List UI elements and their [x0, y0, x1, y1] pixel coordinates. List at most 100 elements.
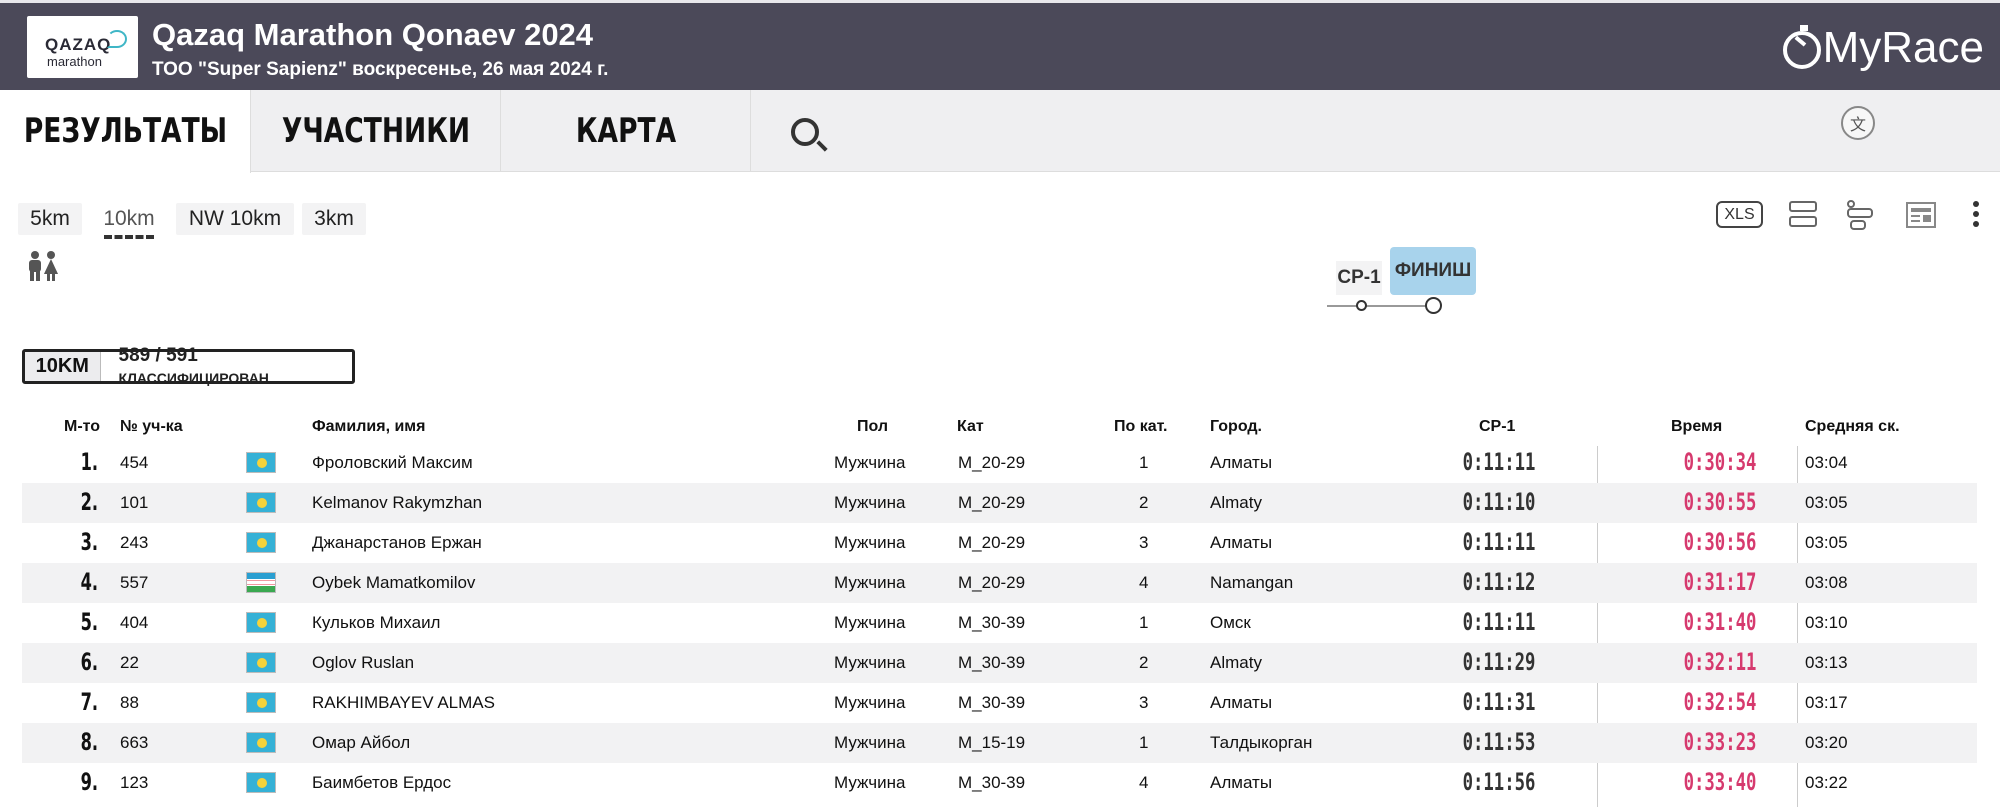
checkpoint-cp1-button[interactable]: CP-1: [1336, 261, 1382, 295]
header-gender[interactable]: Пол: [857, 418, 888, 436]
header-bib[interactable]: № уч-ка: [120, 418, 183, 436]
cell-bib: 88: [120, 693, 139, 712]
cell-name[interactable]: Oglov Ruslan: [312, 653, 414, 673]
table-row[interactable]: 7. 88 RAKHIMBAYEV ALMAS Мужчина M_30-39 3 Алма…: [22, 683, 1977, 723]
cell-finish-time: 0:31:40: [1683, 608, 1757, 636]
app-header: QAZAQ marathon Qazaq Marathon Qonaev 202…: [0, 0, 2000, 90]
more-options-icon[interactable]: [1973, 201, 1979, 227]
myrace-logo[interactable]: MyRace: [1782, 23, 1984, 73]
cell-bib: 454: [120, 453, 149, 472]
classified-label: КЛАССИФИЦИРОВАН: [118, 369, 269, 386]
cell-category: M_30-39: [958, 613, 1026, 632]
cell-name[interactable]: Кульков Михаил: [312, 613, 440, 633]
checkpoint-finish-button[interactable]: ФИНИШ: [1390, 247, 1476, 295]
cell-finish-time: 0:33:23: [1683, 728, 1757, 756]
cell-bib: 404: [120, 613, 149, 632]
distance-3km[interactable]: 3km: [302, 203, 366, 235]
kazakhstan-flag-icon: [246, 732, 276, 753]
checkpoint-finish-dot[interactable]: [1425, 297, 1442, 314]
cell-name[interactable]: Kelmanov Rakymzhan: [312, 493, 482, 513]
table-row[interactable]: 9. 123 Баимбетов Ердос Мужчина M_30-39 4 Алмат…: [22, 763, 1977, 803]
cell-city: Namangan: [1210, 573, 1294, 592]
cell-finish-time: 0:30:56: [1683, 528, 1757, 556]
cell-city: Талдыкорган: [1210, 733, 1313, 752]
distance-nw-10km[interactable]: NW 10km: [176, 203, 294, 235]
header-name[interactable]: Фамилия, имя: [312, 418, 425, 436]
cell-city: Алматы: [1210, 773, 1273, 792]
gender-filter-icon[interactable]: [24, 250, 62, 282]
cell-gender: Мужчина: [834, 533, 906, 552]
cell-name[interactable]: Oybek Mamatkomilov: [312, 573, 475, 593]
search-icon[interactable]: [791, 118, 819, 146]
table-row[interactable]: 6. 22 Oglov Ruslan Мужчина M_30-39 2 Almaty 0:1…: [22, 643, 1977, 683]
cell-pace: 03:17: [1805, 693, 1848, 712]
cell-category: M_20-29: [958, 573, 1026, 592]
xls-export-button[interactable]: XLS: [1716, 201, 1763, 228]
header-place[interactable]: М-то: [64, 418, 100, 436]
cell-place: 7.: [80, 688, 98, 716]
cell-gender: Мужчина: [834, 773, 906, 792]
checkpoint-cp1-dot[interactable]: [1356, 300, 1367, 311]
logo-subtext: marathon: [47, 54, 102, 69]
badge-count: 589 / 591 КЛАССИФИЦИРОВАН: [101, 345, 352, 389]
kazakhstan-flag-icon: [246, 692, 276, 713]
cell-bib: 101: [120, 493, 149, 512]
table-row[interactable]: 5. 404 Кульков Михаил Мужчина M_30-39 1 Омск 0:…: [22, 603, 1977, 643]
header-city[interactable]: Город.: [1210, 418, 1262, 436]
header-time[interactable]: Время: [1671, 418, 1722, 436]
cell-category-place: 1: [1139, 453, 1149, 472]
cell-name[interactable]: Баимбетов Ердос: [312, 773, 451, 793]
cell-pace: 03:13: [1805, 653, 1848, 672]
language-icon[interactable]: 文: [1841, 106, 1875, 140]
tab-participants-label: УЧАСТНИКИ: [281, 111, 471, 151]
cell-name[interactable]: Омар Айбол: [312, 733, 410, 753]
cell-category: M_15-19: [958, 733, 1026, 752]
logo-text: QAZAQ: [45, 35, 112, 54]
cell-category-place: 3: [1139, 693, 1149, 712]
table-row[interactable]: 4. 557 Oybek Mamatkomilov Мужчина M_20-29 4 Na…: [22, 563, 1977, 603]
badge-distance: 10KM: [25, 352, 101, 381]
cell-city: Алматы: [1210, 453, 1273, 472]
compact-view-icon[interactable]: [1787, 199, 1819, 231]
split-view-icon[interactable]: [1845, 199, 1877, 231]
tab-map[interactable]: КАРТА: [501, 90, 751, 172]
cell-bib: 123: [120, 773, 149, 792]
table-row[interactable]: 3. 243 Джанарстанов Ержан Мужчина M_20-29 3 Ал…: [22, 523, 1977, 563]
cell-cp1-time: 0:11:11: [1462, 608, 1536, 636]
event-logo[interactable]: QAZAQ marathon: [27, 16, 138, 78]
table-row[interactable]: 8. 663 Омар Айбол Мужчина M_15-19 1 Талдыкорга…: [22, 723, 1977, 763]
header-category-place[interactable]: По кат.: [1114, 418, 1168, 436]
news-view-icon[interactable]: [1905, 199, 1937, 231]
cell-category-place: 1: [1139, 613, 1149, 632]
kazakhstan-flag-icon: [246, 532, 276, 553]
cell-bib: 663: [120, 733, 149, 752]
cell-category: M_30-39: [958, 693, 1026, 712]
header-cp1[interactable]: CP-1: [1479, 418, 1515, 436]
tab-map-label: КАРТА: [575, 111, 677, 151]
cell-pace: 03:05: [1805, 533, 1848, 552]
kazakhstan-flag-icon: [246, 452, 276, 473]
cell-name[interactable]: Джанарстанов Ержан: [312, 533, 482, 553]
classified-count: 589: [118, 344, 151, 366]
distance-10km[interactable]: 10km: [90, 203, 168, 239]
cell-category: M_20-29: [958, 493, 1026, 512]
cell-category-place: 2: [1139, 653, 1149, 672]
cell-gender: Мужчина: [834, 573, 906, 592]
cell-name[interactable]: Фроловский Максим: [312, 453, 473, 473]
cell-pace: 03:05: [1805, 493, 1848, 512]
uzbekistan-flag-icon: [246, 572, 276, 593]
header-pace[interactable]: Средняя ск.: [1805, 418, 1900, 436]
cell-pace: 03:20: [1805, 733, 1848, 752]
header-category[interactable]: Кат: [957, 418, 984, 436]
distance-5km[interactable]: 5km: [18, 203, 82, 235]
tab-results[interactable]: РЕЗУЛЬТАТЫ: [0, 90, 251, 173]
table-row[interactable]: 2. 101 Kelmanov Rakymzhan Мужчина M_20-29 2 Al…: [22, 483, 1977, 523]
table-row[interactable]: 1. 454 Фроловский Максим Мужчина M_20-29 1 Алм…: [22, 443, 1977, 483]
tab-participants[interactable]: УЧАСТНИКИ: [251, 90, 501, 172]
checkpoint-track: [1327, 305, 1435, 307]
cell-bib: 243: [120, 533, 149, 552]
main-nav: РЕЗУЛЬТАТЫ УЧАСТНИКИ КАРТА 文: [0, 90, 2000, 173]
cell-city: Almaty: [1210, 493, 1262, 512]
event-title: Qazaq Marathon Qonaev 2024: [152, 17, 594, 52]
cell-name[interactable]: RAKHIMBAYEV ALMAS: [312, 693, 495, 713]
